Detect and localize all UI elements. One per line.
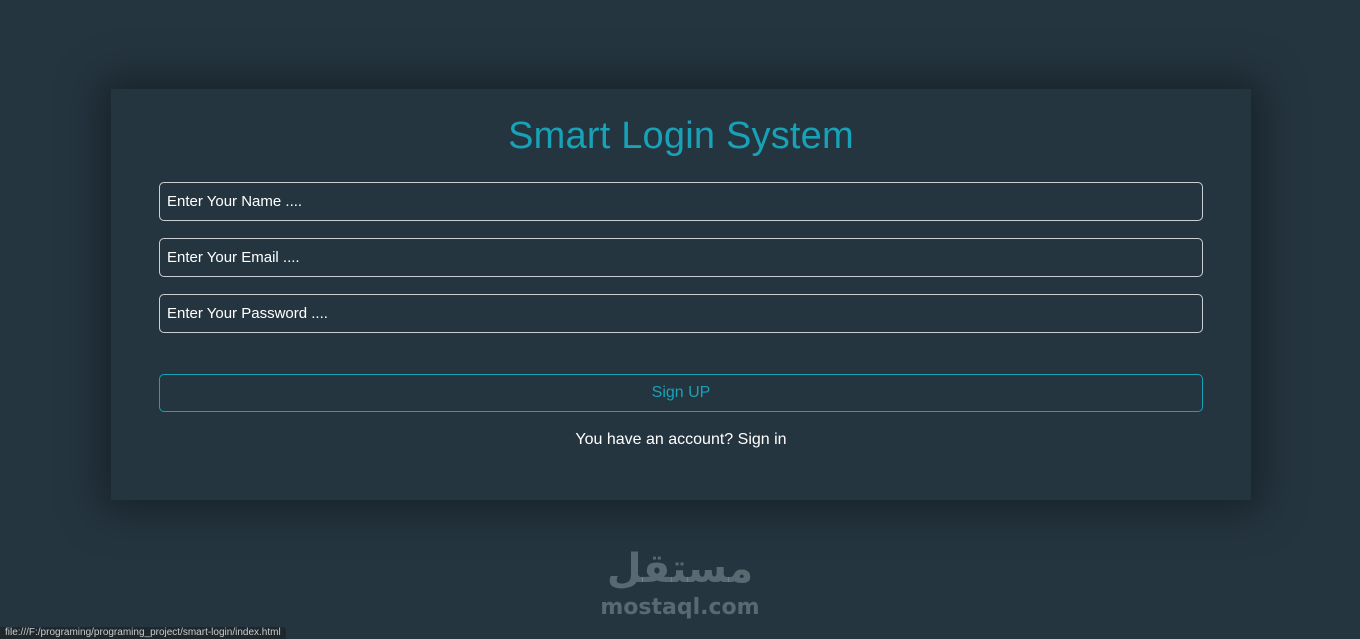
name-input[interactable] (159, 182, 1203, 221)
watermark-latin-text: mostaql.com (600, 595, 760, 620)
page: Smart Login System Sign UP You have an a… (0, 0, 1360, 639)
login-card: Smart Login System Sign UP You have an a… (111, 89, 1251, 500)
password-input[interactable] (159, 294, 1203, 333)
signin-link[interactable]: Sign in (738, 431, 787, 448)
account-prompt-text: You have an account? (575, 431, 734, 448)
mostaql-watermark: مستقل mostaql.com (580, 545, 780, 621)
browser-status-bar: file:///F:/programing/programing_project… (0, 627, 286, 639)
signup-button[interactable]: Sign UP (159, 374, 1203, 412)
watermark-arabic-text: مستقل (606, 546, 754, 592)
account-prompt-line: You have an account? Sign in (111, 431, 1251, 449)
page-title: Smart Login System (508, 115, 854, 157)
email-input[interactable] (159, 238, 1203, 277)
